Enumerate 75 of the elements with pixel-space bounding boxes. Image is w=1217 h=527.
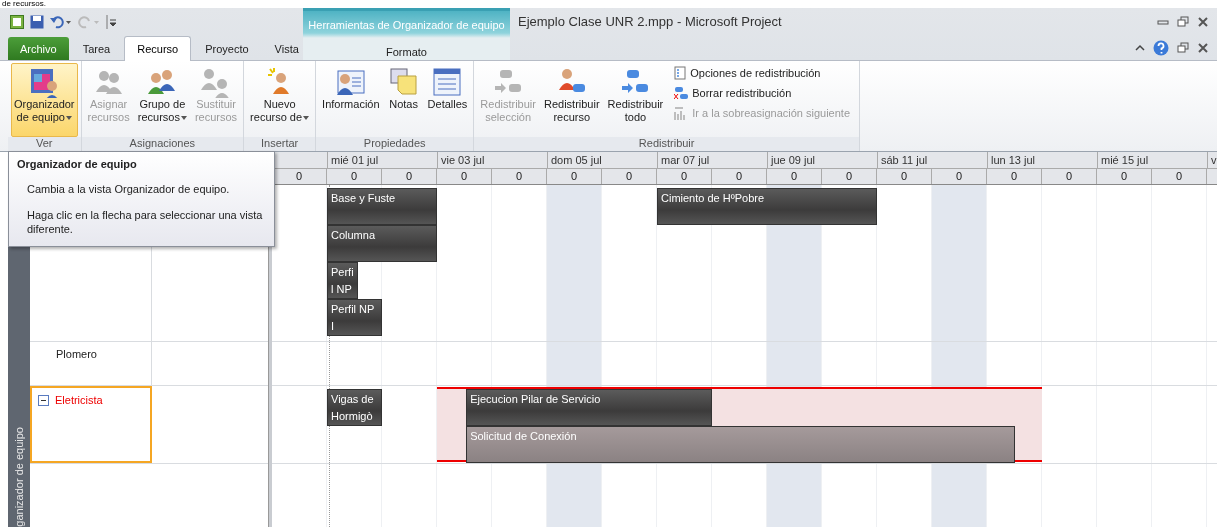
ribbon-button[interactable]: Grupo de recursos [134, 63, 190, 137]
ribbon-small-button[interactable]: Opciones de redistribución [672, 65, 852, 81]
group-label: Redistribuir [474, 137, 859, 151]
context-group-title: Herramientas de Organizador de equipo [307, 17, 506, 33]
task-bar[interactable]: Vigas de Hormigò [327, 389, 382, 426]
ribbon-tab[interactable]: Archivo [8, 37, 69, 60]
group-label: Propiedades [316, 137, 474, 151]
resource-name: Plomero [56, 348, 97, 360]
task-bar[interactable]: Cimiento de HºPobre [657, 188, 877, 225]
group-label: Ver [8, 137, 81, 151]
view-bar-label: ganizador de equipo [13, 427, 25, 527]
table-cell[interactable]: Plomero [30, 342, 152, 385]
ribbon-tab[interactable]: Vista [262, 37, 311, 60]
save-icon[interactable] [30, 14, 44, 29]
ribbon-button[interactable]: Información [319, 63, 383, 137]
timescale-value: 0 [327, 169, 382, 184]
timescale-date: mié 15 jul [1097, 152, 1207, 168]
timescale-value: 0 [657, 169, 712, 184]
selected-cell[interactable]: Eletricista [30, 386, 152, 463]
ribbon-tab[interactable]: Proyecto [193, 37, 261, 60]
timescale-date: dom 05 jul [547, 152, 657, 168]
timescale-value: 0 [712, 169, 767, 184]
timescale-date: jue 09 jul [767, 152, 877, 168]
task-bar[interactable]: Ejecucion Pilar de Servicio [466, 389, 712, 426]
ribbon-button[interactable]: Detalles [424, 63, 471, 137]
ribbon-tab[interactable]: Recurso [124, 36, 192, 61]
task-bar[interactable]: Perfil NP [327, 262, 358, 299]
undo-icon[interactable] [50, 14, 72, 29]
window-title: Ejemplo Clase UNR 2.mpp - Microsoft Project [518, 14, 782, 29]
ribbon-button[interactable]: Notas [384, 63, 423, 137]
timescale-value: 0 [437, 169, 492, 184]
collapse-ribbon-icon[interactable] [1135, 42, 1145, 53]
timescale-date: vie 03 jul [437, 152, 547, 168]
resource-name: Eletricista [55, 394, 103, 406]
task-bar[interactable]: Columna [327, 225, 437, 262]
ribbon-button[interactable]: Redistribuir recurso [540, 63, 603, 137]
timescale-value: 0 [1152, 169, 1207, 184]
timescale-value: 0 [382, 169, 437, 184]
ribbon-button[interactable]: Organizador de equipo [11, 63, 78, 137]
timescale-value: 0 [822, 169, 877, 184]
ribbon-small-button[interactable]: Borrar redistribución [672, 85, 852, 101]
help-icon[interactable] [1153, 39, 1169, 56]
timescale-value: 0 [602, 169, 657, 184]
clear-boxes-icon [674, 86, 689, 100]
restore-icon[interactable] [1177, 41, 1189, 54]
close-icon[interactable] [1197, 41, 1209, 54]
timescale-value: 0 [1042, 169, 1097, 184]
timescale-value: 0 [1097, 169, 1152, 184]
group-label: Asignaciones [81, 137, 244, 151]
ribbon-tab[interactable]: Formato [374, 40, 439, 63]
caption-text: de recursos. [1, 0, 48, 8]
form-icon [431, 66, 464, 98]
timescale-date: mié 01 jul [327, 152, 437, 168]
timescale-value: 0 [987, 169, 1042, 184]
collapse-icon[interactable] [38, 395, 49, 406]
task-bar[interactable]: Perfil NP I [327, 299, 382, 336]
timescale-date: lun 13 jul [987, 152, 1097, 168]
customize-icon[interactable] [106, 14, 116, 29]
timescale-value: 0 [767, 169, 822, 184]
ribbon-button[interactable]: Nuevo recurso de [247, 63, 313, 137]
app-icon[interactable] [10, 14, 24, 29]
ribbon-tab[interactable]: Tarea [70, 37, 123, 60]
timescale-value: 0 [932, 169, 987, 184]
group-label: Insertar [244, 137, 316, 151]
timescale-value: 0 [547, 169, 602, 184]
task-bar[interactable]: Base y Fuste [327, 188, 437, 225]
timescale-value: 0 [877, 169, 932, 184]
ribbon-button[interactable]: Redistribuir todo [604, 63, 667, 137]
note-icon [387, 66, 420, 98]
timescale-date: sáb 11 jul [877, 152, 987, 168]
close-icon[interactable] [1197, 15, 1209, 28]
restore-icon[interactable] [1177, 15, 1189, 28]
options-icon [674, 66, 687, 80]
timescale-date: mar 07 jul [657, 152, 767, 168]
timescale-value: 0 [492, 169, 547, 184]
